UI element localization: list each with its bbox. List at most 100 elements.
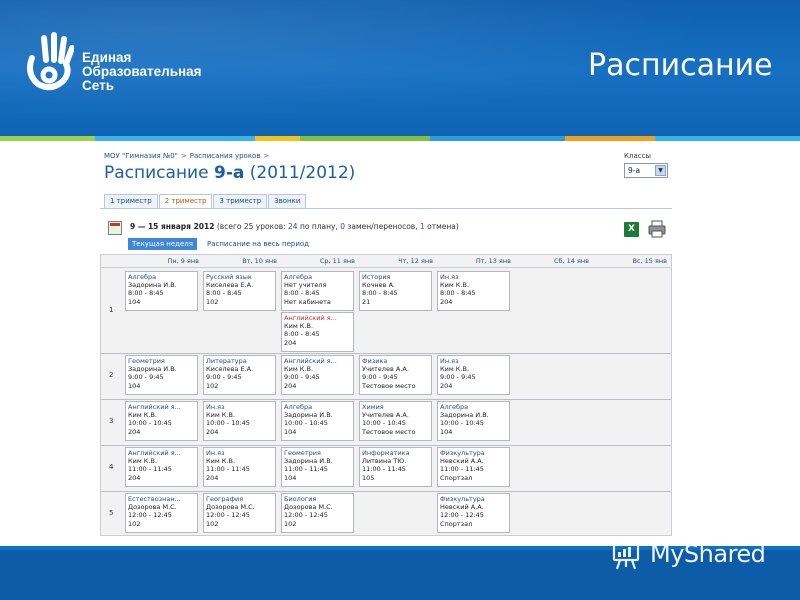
lesson-room: 104 xyxy=(128,297,141,306)
breadcrumb-school[interactable]: МОУ "Гимназия №0" xyxy=(104,152,178,160)
lesson-teacher: Учителев А.А. xyxy=(362,411,409,420)
lesson-card[interactable]: Алгебра Нет учителя 8:00 - 8:45 Нет кабинет… xyxy=(281,271,354,311)
lesson-subject[interactable]: Английский я... xyxy=(284,357,351,365)
lesson-time: 12:00 - 12:45 xyxy=(206,511,250,520)
lesson-card[interactable]: Русский язык Киселева Е.А. 8:00 - 8:45 102 xyxy=(203,271,276,311)
lesson-number: 3 xyxy=(109,417,114,425)
page-title: Расписание 9-а (2011/2012) xyxy=(104,163,356,183)
lesson-card[interactable]: Геометрия Задорина И.В. 9:00 - 9:45 104 xyxy=(125,355,198,395)
tab-term-2[interactable]: 2 триместр xyxy=(158,194,213,208)
lesson-card[interactable]: Алгебра Задорина И.В. 8:00 - 8:45 104 xyxy=(125,271,198,311)
stripe-segment xyxy=(430,136,565,141)
lesson-subject[interactable]: Литература xyxy=(206,357,273,365)
lesson-subject[interactable]: Английский я... xyxy=(128,449,195,457)
lesson-subject[interactable]: Естествознан... xyxy=(128,495,195,503)
lesson-subject[interactable]: Физика xyxy=(362,357,429,365)
lesson-room: 204 xyxy=(284,381,297,390)
tab-term-4[interactable]: Звонки xyxy=(268,194,307,208)
breadcrumb-schedules[interactable]: Расписания уроков xyxy=(190,152,261,160)
lesson-card[interactable]: Ин.яз Ким К.В. 8:00 - 8:45 204 xyxy=(437,271,510,311)
lesson-teacher: Задорина И.В. xyxy=(440,411,489,420)
lesson-card[interactable]: Естествознан... Дозорова М.С. 12:00 - 12:4… xyxy=(125,493,198,533)
lesson-card[interactable]: География Дозорова М.С. 12:00 - 12:45 102 xyxy=(203,493,276,533)
lesson-room: Спортзал xyxy=(440,473,473,482)
lesson-subject[interactable]: Алгебра xyxy=(128,273,195,281)
lesson-card[interactable]: Химия Учителев А.А. 10:00 - 10:45 Тестовое … xyxy=(359,401,432,441)
lesson-subject[interactable]: Ин.яз xyxy=(440,357,507,365)
lesson-card[interactable]: Ин.яз Ким К.В. 10:00 - 10:45 204 xyxy=(203,401,276,441)
lesson-card[interactable]: Английский я... Ким К.В. 9:00 - 9:45 204 xyxy=(281,355,354,395)
lesson-card[interactable]: Ин.яз Ким К.В. 11:00 - 11:45 204 xyxy=(203,447,276,487)
lesson-card[interactable]: История Кочнев А. 8:00 - 8:45 21 xyxy=(359,271,432,311)
lesson-subject[interactable]: География xyxy=(206,495,273,503)
tab-term-3[interactable]: 3 триместр xyxy=(213,194,268,208)
lesson-teacher: Ким К.В. xyxy=(206,457,236,466)
lesson-card[interactable]: Алгебра Задорина И.В. 10:00 - 10:45 104 xyxy=(437,401,510,441)
lesson-card[interactable]: Литература Киселева Е.А. 9:00 - 9:45 102 xyxy=(203,355,276,395)
breadcrumb-separator: > xyxy=(263,152,270,160)
lesson-subject[interactable]: Геометрия xyxy=(128,357,195,365)
lesson-subject[interactable]: Алгебра xyxy=(284,273,351,281)
lesson-subject[interactable]: Ин.яз xyxy=(206,449,273,457)
calendar-icon[interactable] xyxy=(108,221,122,235)
lesson-card[interactable]: Физика Учителев А.А. 9:00 - 9:45 Тестовое м… xyxy=(359,355,432,395)
schedule-grid: Пн, 9 янв Вт, 10 янв Ср, 11 янв Чт, 12 янв П… xyxy=(100,254,672,536)
lesson-subject[interactable]: Русский язык xyxy=(206,273,273,281)
day-header[interactable]: Пт, 13 янв xyxy=(437,257,511,267)
lesson-card[interactable]: Алгебра Задорина И.В. 10:00 - 10:45 104 xyxy=(281,401,354,441)
day-header[interactable]: Вт, 10 янв xyxy=(203,257,277,267)
class-select[interactable]: 9-а ▼ xyxy=(624,163,668,178)
period-switch: Текущая неделя Расписание на весь период xyxy=(128,238,319,250)
lesson-subject[interactable]: Физкультура xyxy=(440,449,507,457)
lesson-subject[interactable]: Алгебра xyxy=(284,403,351,411)
lesson-time: 8:00 - 8:45 xyxy=(284,330,320,339)
week-navigator: 9 — 15 января 2012 (всего 25 уроков: 24 … xyxy=(108,221,672,236)
tab-term-1[interactable]: 1 триместр xyxy=(104,194,158,208)
stripe-segment xyxy=(300,136,430,141)
lesson-card[interactable]: Английский я... Ким К.В. 10:00 - 10:45 204 xyxy=(125,401,198,441)
lesson-room: 105 xyxy=(362,473,375,482)
whole-period-tab[interactable]: Расписание на весь период xyxy=(203,238,313,250)
lesson-subject[interactable]: Геометрия xyxy=(284,449,351,457)
lesson-room: 104 xyxy=(284,427,297,436)
lesson-room: Нет кабинета xyxy=(284,297,331,306)
day-header[interactable]: Сб, 14 янв xyxy=(515,257,589,267)
lesson-subject[interactable]: Ин.яз xyxy=(206,403,273,411)
lesson-subject[interactable]: Английский я... xyxy=(284,314,351,322)
printer-icon[interactable] xyxy=(648,220,666,238)
chevron-down-icon[interactable]: ▼ xyxy=(655,165,666,176)
day-header[interactable]: Пн, 9 янв xyxy=(125,257,199,267)
lesson-teacher: Учителев А.А. xyxy=(362,365,409,374)
lesson-subject[interactable]: Физкультура xyxy=(440,495,507,503)
lesson-card[interactable]: Ин.яз Ким К.В. 9:00 - 9:45 204 xyxy=(437,355,510,395)
lesson-teacher: Задорина И.В. xyxy=(284,411,333,420)
lesson-subject[interactable]: Алгебра xyxy=(440,403,507,411)
current-week-tab[interactable]: Текущая неделя xyxy=(128,238,197,250)
lesson-card[interactable]: Английский я... Ким К.В. 11:00 - 11:45 204 xyxy=(125,447,198,487)
lesson-subject[interactable]: Ин.яз xyxy=(440,273,507,281)
stripe-segment xyxy=(655,136,800,141)
lesson-teacher: Ким К.В. xyxy=(440,281,470,290)
lesson-card[interactable]: Физкультура Невский А.А. 11:00 - 11:45 Спор… xyxy=(437,447,510,487)
lesson-time: 10:00 - 10:45 xyxy=(284,419,328,428)
lesson-card[interactable]: Физкультура Невский А.А. 12:00 - 12:45 Спор… xyxy=(437,493,510,533)
lesson-card[interactable]: Биология Дозорова М.С. 12:00 - 12:45 102 xyxy=(281,493,354,533)
lesson-card[interactable]: Геометрия Задорина И.В. 11:00 - 11:45 104 xyxy=(281,447,354,487)
day-header[interactable]: Чт, 12 янв xyxy=(359,257,433,267)
lesson-teacher: Дозорова М.С. xyxy=(284,503,333,512)
excel-export-icon[interactable]: X xyxy=(624,222,639,237)
lesson-card[interactable]: Информатика Литвина ТЮ. 11:00 - 11:45 105 xyxy=(359,447,432,487)
lesson-subject[interactable]: История xyxy=(362,273,429,281)
slide: Единая Образовательная Сеть Расписание М… xyxy=(0,0,800,600)
lesson-room: 102 xyxy=(284,519,297,528)
lesson-time: 11:00 - 11:45 xyxy=(440,465,484,474)
day-header[interactable]: Ср, 11 янв xyxy=(281,257,355,267)
day-header[interactable]: Вс, 15 янв xyxy=(593,257,668,267)
lesson-room: 102 xyxy=(206,297,219,306)
lesson-subject[interactable]: Биология xyxy=(284,495,351,503)
lesson-subject[interactable]: Английский я... xyxy=(128,403,195,411)
lesson-subject[interactable]: Химия xyxy=(362,403,429,411)
lesson-card[interactable]: Английский я... Ким К.В. 8:00 - 8:45 204 xyxy=(281,312,354,352)
watermark-text: MyShared xyxy=(650,540,766,568)
lesson-subject[interactable]: Информатика xyxy=(362,449,429,457)
